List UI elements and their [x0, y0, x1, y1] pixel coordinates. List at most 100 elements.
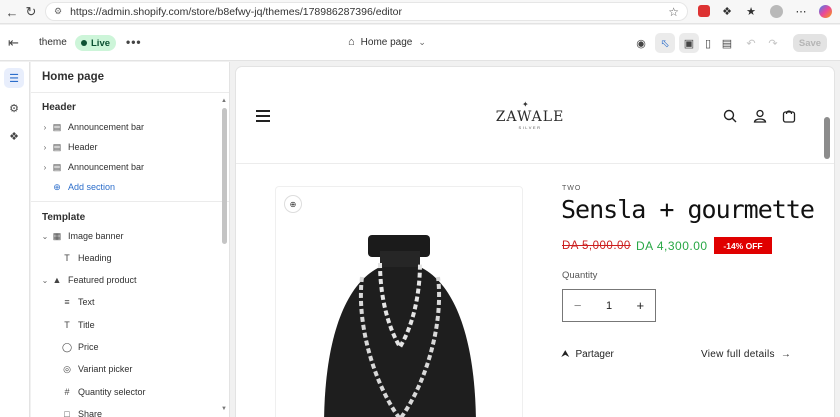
share-button[interactable]: ⮝ Partager	[561, 349, 614, 360]
chevron-down-icon[interactable]: ⌄	[40, 232, 50, 241]
logo-sparkle-icon: ✦	[522, 100, 529, 109]
address-bar[interactable]: ⚙ https://admin.shopify.com/store/b8efwy…	[45, 2, 688, 21]
more-menu-icon[interactable]: ⋯	[793, 3, 809, 19]
add-section-label: Add section	[68, 182, 116, 192]
quantity-value[interactable]: 1	[592, 300, 625, 312]
sidebar-scrollbar[interactable]: ▲ ▼	[221, 98, 228, 417]
url-text: https://admin.shopify.com/store/b8efwy-j…	[70, 5, 402, 18]
theme-name[interactable]: theme	[39, 37, 67, 48]
section-label: Announcement bar	[68, 162, 145, 172]
favorites-icon[interactable]: ★	[743, 3, 759, 19]
product-title: Sensla + gourmette	[561, 195, 815, 224]
block-row-title[interactable]: T Title	[60, 316, 229, 334]
reload-icon[interactable]: ↻	[20, 1, 42, 23]
decrease-quantity-button[interactable]: −	[563, 298, 592, 313]
section-row-header[interactable]: › ▤ Header	[40, 138, 229, 156]
section-row-image-banner[interactable]: ⌄ ▦ Image banner	[40, 227, 229, 245]
chevron-down-icon[interactable]: ⌄	[40, 276, 50, 285]
necklace-bust-illustration	[324, 235, 476, 417]
plus-circle-icon: ⊕	[53, 181, 61, 192]
preview-scrollbar[interactable]	[824, 117, 830, 159]
header-group-title: Header	[42, 102, 76, 113]
inspector-select-icon[interactable]: ⬁	[655, 33, 675, 53]
extension-red-icon[interactable]	[696, 3, 712, 19]
quantity-stepper: − 1 +	[562, 289, 656, 322]
section-row-announcement-bar-2[interactable]: › ▤ Announcement bar	[40, 158, 229, 176]
variant-icon: ◎	[63, 363, 71, 374]
sidebar-scroll-thumb[interactable]	[222, 108, 227, 244]
menu-hamburger-icon[interactable]	[256, 110, 270, 125]
copilot-icon[interactable]	[817, 3, 833, 19]
section-label: Featured product	[68, 275, 137, 285]
block-row-heading[interactable]: T Heading	[60, 249, 229, 267]
search-icon[interactable]	[722, 108, 738, 124]
arrow-right-icon: →	[780, 349, 792, 360]
block-row-quantity-selector[interactable]: # Quantity selector	[60, 383, 229, 401]
editor-topbar: ⇤ theme Live ••• ⌂ Home page ⌄ ◉ ⬁ ▣ ▯ ▤…	[0, 25, 840, 61]
block-label: Quantity selector	[78, 387, 146, 397]
store-logo[interactable]: ✦ ZAWALE SILVER	[495, 100, 565, 134]
section-label: Announcement bar	[68, 122, 145, 132]
product-icon: ▲	[52, 275, 62, 285]
save-button[interactable]: Save	[793, 34, 827, 52]
view-full-details-link[interactable]: View full details →	[701, 349, 791, 360]
scroll-up-icon[interactable]: ▲	[221, 98, 227, 104]
logo-subtext: SILVER	[518, 125, 542, 130]
chevron-right-icon[interactable]: ›	[40, 123, 50, 132]
zoom-icon[interactable]: ⊕	[285, 196, 301, 212]
logo-name: ZAWALE	[495, 109, 565, 125]
quantity-label: Quantity	[562, 270, 598, 281]
sidebar-divider	[31, 92, 229, 93]
live-status-text: Live	[91, 37, 111, 49]
block-row-text[interactable]: ≡ Text	[60, 293, 229, 311]
chevron-down-icon: ⌄	[418, 36, 426, 47]
theme-settings-gear-icon[interactable]: ⚙	[4, 98, 24, 118]
app-blocks-icon[interactable]: ❖	[4, 126, 24, 146]
bookmark-star-icon[interactable]: ☆	[668, 5, 679, 19]
block-row-price[interactable]: ◯ Price	[60, 338, 229, 356]
discount-badge: -14% OFF	[714, 237, 772, 254]
section-row-announcement-bar[interactable]: › ▤ Announcement bar	[40, 118, 229, 136]
sidebar-title: Home page	[42, 71, 104, 83]
block-label: Share	[78, 409, 103, 417]
scroll-down-icon[interactable]: ▼	[221, 406, 227, 412]
cart-icon[interactable]	[781, 108, 797, 124]
mobile-view-icon[interactable]: ▯	[698, 33, 718, 53]
view-details-label: View full details	[701, 349, 775, 360]
product-image[interactable]: ⊕	[275, 186, 523, 417]
desktop-view-icon[interactable]: ▣	[679, 33, 699, 53]
chevron-right-icon[interactable]: ›	[40, 143, 50, 152]
section-label: Image banner	[68, 231, 124, 241]
page-selector-label: Home page	[360, 36, 413, 48]
increase-quantity-button[interactable]: +	[626, 298, 655, 313]
share-icon: □	[64, 409, 70, 417]
price-tag-icon: ◯	[61, 341, 73, 352]
section-icon: ▤	[52, 161, 62, 172]
block-row-variant-picker[interactable]: ◎ Variant picker	[60, 360, 229, 378]
app-embeds-icon[interactable]: ◉	[631, 33, 651, 53]
chevron-right-icon[interactable]: ›	[40, 163, 50, 172]
section-row-featured-product[interactable]: ⌄ ▲ Featured product	[40, 271, 229, 289]
sections-icon[interactable]: ☰	[4, 68, 24, 88]
exit-icon[interactable]: ⇤	[8, 35, 19, 51]
block-label: Text	[78, 297, 95, 307]
add-section-button[interactable]: ⊕ Add section	[50, 178, 229, 196]
live-status-badge: Live	[75, 35, 117, 51]
fullscreen-view-icon[interactable]: ▤	[717, 33, 737, 53]
site-info-icon[interactable]: ⚙	[54, 6, 62, 17]
share-upload-icon: ⮝	[561, 349, 570, 360]
more-actions-icon[interactable]: •••	[126, 35, 142, 49]
extensions-puzzle-icon[interactable]: ❖	[719, 3, 735, 19]
redo-icon[interactable]: ↷	[763, 33, 783, 53]
product-vendor: TWO	[562, 185, 582, 192]
header-divider	[236, 163, 834, 164]
undo-icon[interactable]: ↶	[741, 33, 761, 53]
sale-price: DA 4,300.00	[636, 239, 708, 253]
profile-avatar-icon[interactable]	[768, 3, 784, 19]
account-icon[interactable]	[752, 108, 768, 124]
live-dot-icon	[81, 40, 87, 46]
page-selector[interactable]: ⌂ Home page ⌄	[348, 36, 426, 48]
block-label: Title	[78, 320, 95, 330]
hash-icon: #	[64, 387, 70, 397]
block-row-share[interactable]: □ Share	[60, 405, 229, 417]
